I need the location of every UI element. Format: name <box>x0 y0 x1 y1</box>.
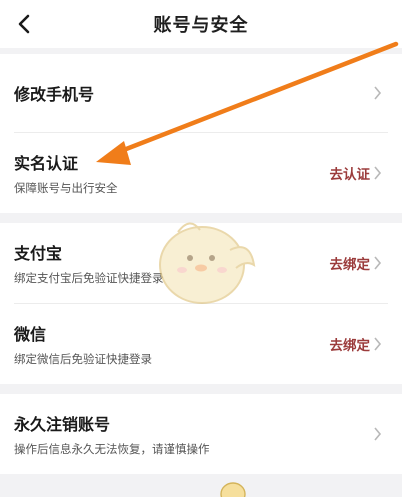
real-name-auth-label: 实名认证 <box>14 154 79 173</box>
chevron-right-icon <box>374 256 382 270</box>
wechat-action[interactable]: 去绑定 <box>330 334 371 354</box>
chevron-right-icon <box>374 166 382 180</box>
alipay-label: 支付宝 <box>14 244 63 263</box>
alipay-action[interactable]: 去绑定 <box>330 253 371 273</box>
wechat-desc: 绑定微信后免验证快捷登录 <box>14 352 152 366</box>
real-name-auth-action[interactable]: 去认证 <box>330 163 371 183</box>
binding-group: 支付宝 绑定支付宝后免验证快捷登录 去绑定 微信 绑定微信后免验证快捷登录 去绑… <box>0 223 402 384</box>
chevron-right-icon <box>374 337 382 351</box>
real-name-auth-desc: 保障账号与出行安全 <box>14 181 118 195</box>
deactivate-group: 永久注销账号 操作后信息永久无法恢复，请谨慎操作 <box>0 394 402 474</box>
wechat-label: 微信 <box>14 325 47 344</box>
chevron-left-icon <box>18 14 30 34</box>
nav-bar: 账号与安全 <box>0 0 402 48</box>
deactivate-account-desc: 操作后信息永久无法恢复，请谨慎操作 <box>14 442 210 456</box>
page-title: 账号与安全 <box>153 15 249 36</box>
mascot-head-icon <box>220 482 246 497</box>
change-phone-label: 修改手机号 <box>14 85 95 104</box>
chevron-right-icon <box>374 86 382 100</box>
chevron-right-icon <box>374 427 382 441</box>
back-button[interactable] <box>10 10 38 38</box>
account-group: 修改手机号 实名认证 保障账号与出行安全 去认证 <box>0 54 402 213</box>
alipay-row[interactable]: 支付宝 绑定支付宝后免验证快捷登录 去绑定 <box>0 223 402 303</box>
deactivate-account-label: 永久注销账号 <box>14 415 111 434</box>
change-phone-row[interactable]: 修改手机号 <box>0 54 402 132</box>
real-name-auth-row[interactable]: 实名认证 保障账号与出行安全 去认证 <box>0 133 402 213</box>
deactivate-account-row[interactable]: 永久注销账号 操作后信息永久无法恢复，请谨慎操作 <box>0 394 402 474</box>
wechat-row[interactable]: 微信 绑定微信后免验证快捷登录 去绑定 <box>0 304 402 384</box>
alipay-desc: 绑定支付宝后免验证快捷登录 <box>14 271 164 285</box>
